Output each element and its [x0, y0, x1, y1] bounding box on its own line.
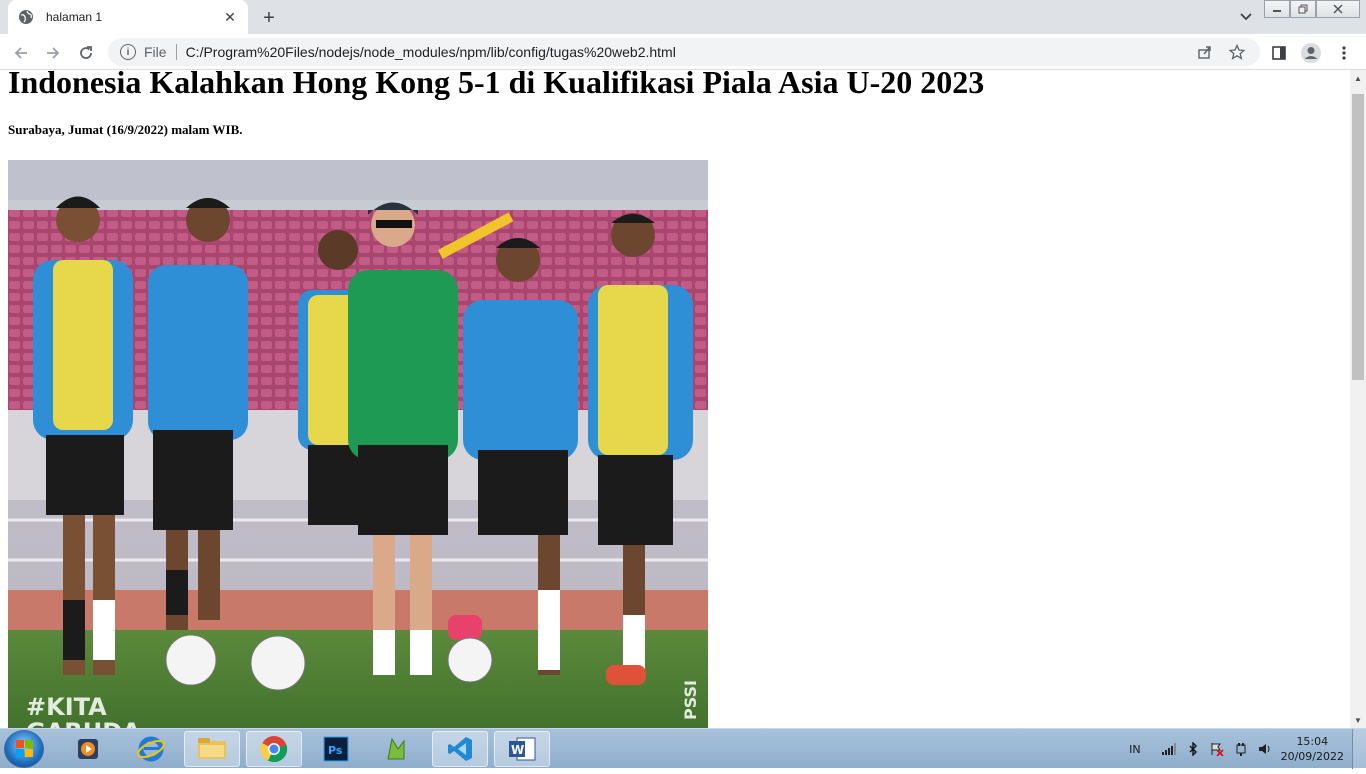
action-center-flag-icon[interactable]: [1209, 741, 1225, 757]
close-window-button[interactable]: [1316, 0, 1360, 18]
minimize-button[interactable]: [1264, 0, 1290, 18]
svg-text:Ps: Ps: [328, 744, 343, 757]
side-panel-icon[interactable]: [1268, 42, 1290, 64]
profile-avatar-icon[interactable]: [1300, 42, 1322, 64]
globe-icon: [18, 9, 34, 25]
browser-tab-strip: halaman 1 ✕ +: [0, 0, 1366, 34]
new-tab-button[interactable]: +: [258, 7, 280, 29]
article-dateline: Surabaya, Jumat (16/9/2022) malam WIB.: [8, 122, 243, 137]
bluetooth-icon[interactable]: [1185, 741, 1201, 757]
volume-speaker-icon[interactable]: [1257, 741, 1273, 757]
power-plug-icon[interactable]: [1233, 741, 1249, 757]
svg-text:GARUDA: GARUDA: [26, 718, 141, 728]
taskbar-internet-explorer-icon[interactable]: [123, 731, 179, 767]
window-controls: [1264, 0, 1360, 18]
clock-date: 20/09/2022: [1280, 750, 1344, 763]
page-viewport: Indonesia Kalahkan Hong Kong 5-1 di Kual…: [0, 70, 1350, 728]
taskbar-vscode-icon[interactable]: [432, 731, 488, 767]
reload-icon[interactable]: [75, 42, 97, 64]
taskbar: Ps W IN 15:04 20/09/2022: [0, 728, 1366, 769]
taskbar-chrome-icon[interactable]: [246, 731, 302, 767]
info-icon[interactable]: i: [120, 44, 136, 60]
address-separator: [175, 44, 177, 60]
show-desktop-button[interactable]: [1352, 729, 1366, 769]
svg-text:W: W: [511, 743, 524, 757]
start-button[interactable]: [4, 730, 44, 768]
taskbar-photoshop-icon[interactable]: Ps: [308, 731, 364, 767]
file-scheme-label: File: [144, 44, 167, 60]
bookmark-star-icon[interactable]: [1228, 43, 1246, 61]
system-tray: IN 15:04 20/09/2022: [1129, 729, 1366, 769]
browser-toolbar: i File C:/Program%20Files/nodejs/node_mo…: [0, 34, 1366, 70]
photo-hashtag-watermark: #KITA: [26, 693, 107, 721]
scroll-down-arrow-icon[interactable]: ▼: [1350, 712, 1366, 728]
scroll-up-arrow-icon[interactable]: ▲: [1350, 70, 1366, 86]
tab-title: halaman 1: [46, 10, 103, 24]
vertical-scrollbar[interactable]: ▲ ▼: [1350, 70, 1366, 728]
taskbar-media-player-icon[interactable]: [60, 731, 116, 767]
tab-search-chevron-icon[interactable]: [1237, 8, 1255, 26]
close-tab-icon[interactable]: ✕: [222, 9, 238, 25]
language-indicator[interactable]: IN: [1129, 743, 1140, 756]
svg-text:PSSI: PSSI: [681, 680, 700, 720]
back-arrow-icon[interactable]: [10, 42, 32, 64]
url-text[interactable]: C:/Program%20Files/nodejs/node_modules/n…: [186, 44, 1196, 60]
restore-button[interactable]: [1290, 0, 1316, 18]
taskbar-word-icon[interactable]: W: [494, 731, 550, 767]
network-signal-icon[interactable]: [1161, 741, 1177, 757]
address-bar[interactable]: i File C:/Program%20Files/nodejs/node_mo…: [108, 38, 1260, 66]
menu-kebab-icon[interactable]: [1333, 42, 1355, 64]
article-headline: Indonesia Kalahkan Hong Kong 5-1 di Kual…: [8, 70, 985, 100]
taskbar-green-app-icon[interactable]: [368, 731, 424, 767]
share-icon[interactable]: [1196, 43, 1214, 61]
football-training-photo: #KITA GARUDA PSSI: [8, 160, 708, 728]
scrollbar-thumb[interactable]: [1352, 94, 1364, 380]
forward-arrow-icon[interactable]: [42, 42, 64, 64]
active-tab[interactable]: halaman 1 ✕: [8, 0, 248, 34]
article-photo: #KITA GARUDA PSSI: [8, 160, 708, 728]
clock-time: 15:04: [1296, 735, 1329, 748]
taskbar-clock[interactable]: 15:04 20/09/2022: [1281, 734, 1344, 764]
taskbar-file-explorer-icon[interactable]: [184, 731, 240, 767]
